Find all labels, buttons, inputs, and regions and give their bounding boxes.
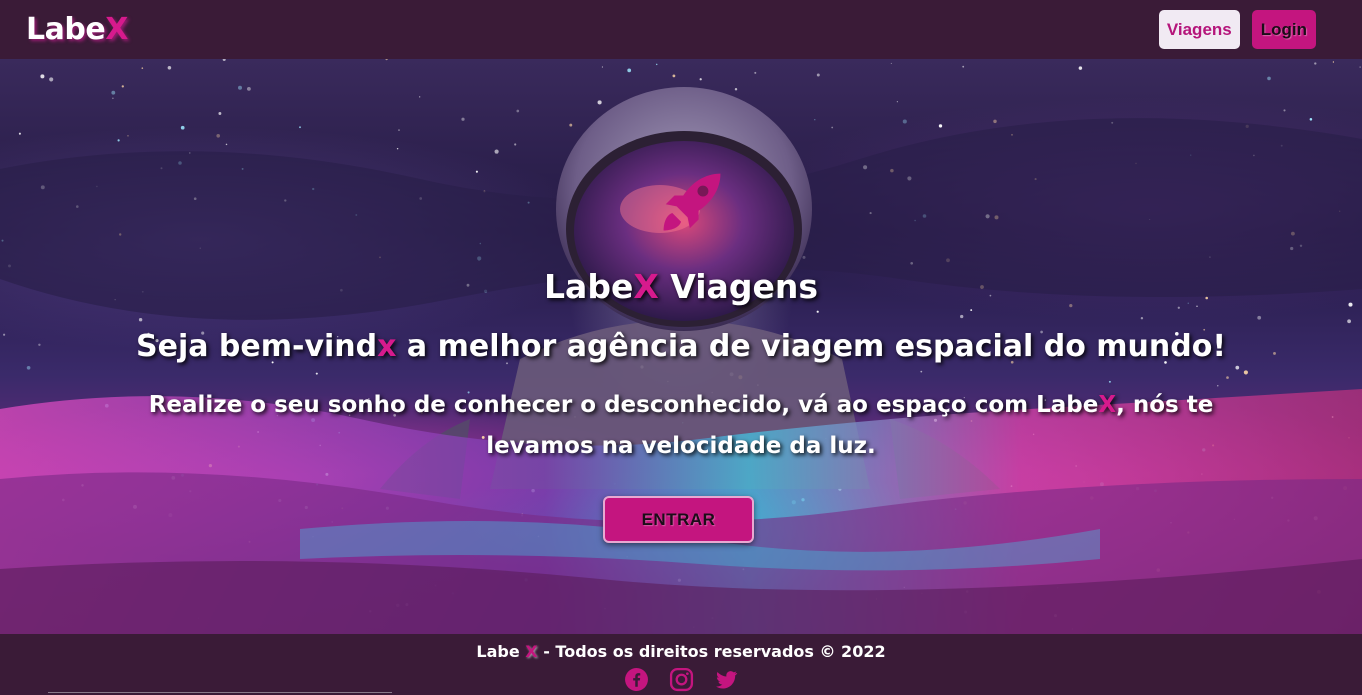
hero-description-text: Realize o seu sonho de conhecer o descon… — [148, 392, 1099, 418]
login-button[interactable]: Login — [1251, 10, 1316, 49]
hero-subtitle-x: x — [377, 329, 397, 364]
hero-subtitle: Seja bem-vindx a melhor agência de viage… — [0, 329, 1362, 364]
footer-text: Labe — [476, 642, 526, 661]
social-links — [0, 667, 1362, 692]
hero-subtitle-text: Seja bem-vind — [135, 329, 378, 364]
hero-title-text: Labe — [544, 267, 634, 306]
logo[interactable]: LabeX — [26, 12, 128, 47]
instagram-icon[interactable] — [669, 667, 694, 692]
footer-copyright: Labe X - Todos os direitos reservados © … — [0, 642, 1362, 661]
hero-subtitle-suffix: a melhor agência de viagem espacial do m… — [396, 329, 1226, 364]
hero-title-suffix: Viagens — [658, 267, 818, 306]
hero-title-x: X — [633, 267, 659, 306]
twitter-icon[interactable] — [714, 667, 739, 692]
logo-x: X — [105, 12, 128, 47]
page-footer: Labe X - Todos os direitos reservados © … — [0, 634, 1362, 695]
hero-description-x: X — [1098, 392, 1117, 418]
facebook-icon[interactable] — [624, 667, 649, 692]
top-nav: Viagens Login — [1158, 10, 1316, 49]
hero-title: LabeX Viagens — [0, 267, 1362, 306]
hero-description: Realize o seu sonho de conhecer o descon… — [140, 385, 1222, 467]
footer-divider — [48, 692, 392, 693]
entrar-button[interactable]: ENTRAR — [603, 496, 754, 543]
footer-text-suffix: - Todos os direitos reservados © 2022 — [537, 642, 886, 661]
hero-section: LabeX Viagens Seja bem-vindx a melhor ag… — [0, 59, 1362, 634]
footer-x: X — [525, 642, 538, 661]
logo-text: Labe — [26, 12, 106, 47]
rocket-icon — [663, 173, 721, 231]
top-header: LabeX Viagens Login — [0, 0, 1362, 59]
viagens-button[interactable]: Viagens — [1158, 10, 1240, 49]
